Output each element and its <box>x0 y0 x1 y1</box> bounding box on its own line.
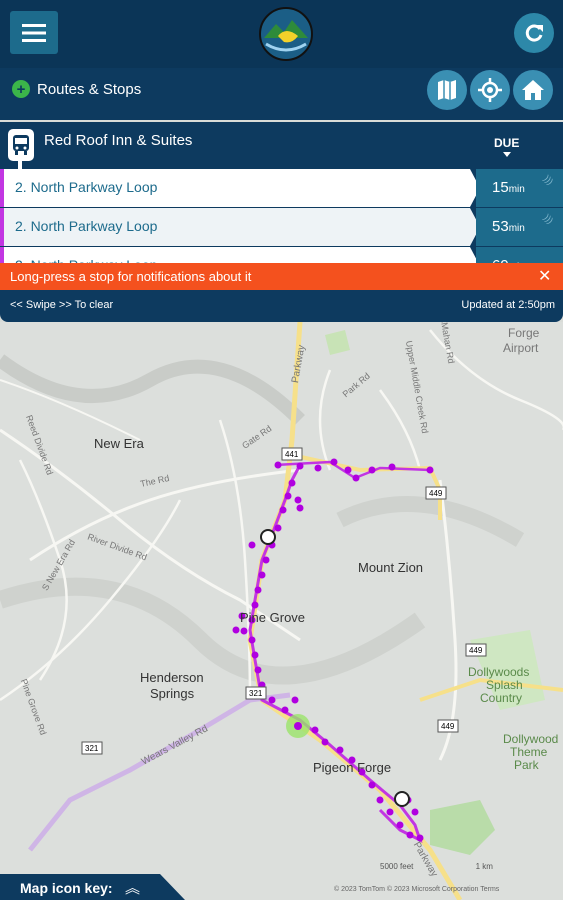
arrival-minutes: 15min <box>492 179 525 196</box>
map-icon-key-toggle[interactable]: Map icon key: ︽ <box>0 874 185 900</box>
place-label: Country <box>480 691 523 705</box>
routes-stops-toggle[interactable]: + Routes & Stops <box>12 80 141 98</box>
map-icon <box>438 80 456 100</box>
map-view-button[interactable] <box>427 70 467 110</box>
route-label: 2. North Parkway Loop <box>15 179 158 195</box>
stop-header: Red Roof Inn & Suites DUE <box>0 122 563 172</box>
menu-button[interactable] <box>10 11 58 54</box>
place-label: Dollywood <box>503 732 559 746</box>
crosshair-icon <box>478 78 502 102</box>
stop-arrivals-panel: Red Roof Inn & Suites DUE 2. North Parkw… <box>0 122 563 322</box>
place-label: Pine Grove <box>240 610 306 625</box>
stop-name: Red Roof Inn & Suites <box>44 132 193 149</box>
notification-banner: Long-press a stop for notifications abou… <box>0 263 563 290</box>
hamburger-icon <box>22 23 46 42</box>
top-bar <box>0 0 563 68</box>
place-label: Dollywoods <box>468 665 530 679</box>
shield-label: 441 <box>285 450 299 459</box>
shield-label: 449 <box>441 722 455 731</box>
shield-label: 449 <box>469 646 483 655</box>
sub-bar: + Routes & Stops <box>0 68 563 120</box>
place-label: New Era <box>94 436 144 451</box>
updated-time: Updated at 2:50pm <box>461 299 555 311</box>
gatlinburg-logo <box>258 6 314 62</box>
place-label: Forge <box>508 326 540 340</box>
arrival-row[interactable]: 2. North Parkway Loop 53min ))) <box>0 208 563 246</box>
home-button[interactable] <box>513 70 553 110</box>
plus-icon: + <box>12 80 30 98</box>
routes-stops-label: Routes & Stops <box>37 80 142 98</box>
scale-label: 1 km <box>475 862 493 871</box>
shield-label: 449 <box>429 489 443 498</box>
map-key-label: Map icon key: <box>20 880 113 896</box>
close-icon[interactable]: ✕ <box>538 266 551 286</box>
scale-label: 5000 feet <box>380 862 414 871</box>
map-view[interactable]: 441 449 449 449 321 321 New Era Mount Zi… <box>0 322 563 900</box>
swipe-hint: << Swipe >> To clear <box>10 299 114 311</box>
home-icon <box>522 80 544 100</box>
place-label: Theme <box>510 745 548 759</box>
place-label: Mount Zion <box>358 560 424 575</box>
refresh-button[interactable] <box>514 13 554 53</box>
place-label: Park <box>514 758 539 772</box>
due-sort-header[interactable]: DUE <box>494 136 519 150</box>
chevron-up-icon: ︽ <box>125 880 141 897</box>
arrival-minutes: 53min <box>492 218 525 235</box>
place-label: Splash <box>486 678 523 692</box>
refresh-icon <box>525 24 543 42</box>
place-label: Airport <box>503 341 539 355</box>
shield-label: 321 <box>85 744 99 753</box>
place-label: Henderson <box>140 670 204 685</box>
place-label: Springs <box>150 686 195 701</box>
bus-stop-icon <box>8 129 34 161</box>
route-label: 2. North Parkway Loop <box>15 218 158 234</box>
place-label: Pigeon Forge <box>313 760 392 775</box>
map-scale: 5000 feet 1 km <box>380 862 493 871</box>
map-copyright[interactable]: © 2023 TomTom © 2023 Microsoft Corporati… <box>334 886 499 893</box>
notification-text: Long-press a stop for notifications abou… <box>10 269 252 284</box>
locate-button[interactable] <box>470 70 510 110</box>
shield-label: 321 <box>249 689 263 698</box>
sort-caret-icon <box>503 152 511 157</box>
panel-footer: << Swipe >> To clear Updated at 2:50pm <box>0 290 563 322</box>
arrival-row[interactable]: 2. North Parkway Loop 15min ))) <box>0 169 563 207</box>
